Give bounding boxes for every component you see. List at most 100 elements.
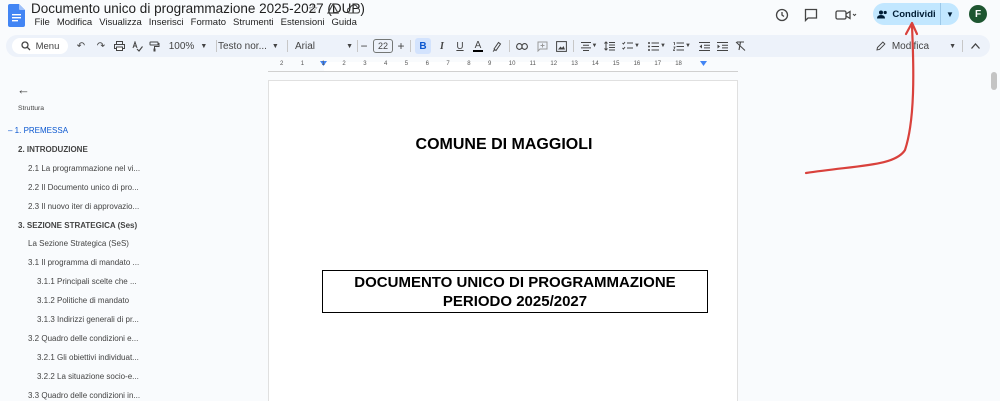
outline-item[interactable]: 3.1.1 Principali scelte che ... [37, 277, 137, 286]
outline-item[interactable]: 3.2.2 La situazione socio-e... [37, 372, 139, 381]
insert-link-icon[interactable] [514, 38, 530, 54]
ruler-number: 17 [654, 61, 662, 67]
outline-item[interactable]: 3.2.1 Gli obiettivi individuat... [37, 353, 139, 362]
document-page[interactable]: COMUNE DI MAGGIOLI DOCUMENTO UNICO DI PR… [268, 80, 738, 401]
menu-guida[interactable]: Guida [328, 17, 360, 28]
ruler-number: 12 [550, 61, 558, 67]
star-icon[interactable]: ☆ [306, 2, 320, 16]
menu-file[interactable]: File [31, 17, 53, 28]
ruler-number: 15 [612, 61, 620, 67]
menu-bar: File Modifica Visualizza Inserisci Forma… [31, 17, 360, 28]
back-arrow-icon[interactable]: ← [17, 82, 30, 97]
italic-icon[interactable]: I [435, 38, 449, 54]
move-to-drive-icon[interactable] [326, 2, 340, 16]
toolbar: Menu ↶ ↷ 100% ▼ Testo nor... ▼ Arial ▼ −… [6, 35, 990, 57]
numbered-list-select[interactable]: ▼ [671, 38, 693, 54]
undo-icon[interactable]: ↶ [74, 38, 88, 54]
toolbar-divider [962, 40, 963, 52]
title-box: DOCUMENTO UNICO DI PROGRAMMAZIONE PERIOD… [322, 270, 708, 313]
docs-logo-icon[interactable] [8, 4, 25, 27]
text-color-icon[interactable]: A [471, 38, 485, 54]
ruler-number: 11 [529, 61, 536, 67]
outline-item[interactable]: 2. INTRODUZIONE [18, 145, 88, 154]
ruler-number: 7 [446, 61, 450, 67]
right-indent-marker[interactable] [700, 61, 707, 66]
share-button[interactable]: Condividi [873, 3, 941, 25]
increase-font-size-icon[interactable]: + [396, 38, 406, 54]
horizontal-ruler[interactable]: 2 1 1 2 3 4 5 6 7 8 9 10 11 12 13 14 15 16 17 18 [268, 60, 738, 72]
zoom-select[interactable]: 100% ▼ [164, 38, 212, 54]
outline-item[interactable]: 2.3 Il nuovo iter di approvazio... [28, 202, 139, 211]
vertical-scrollbar[interactable] [991, 72, 997, 90]
outline-item[interactable]: La Sezione Strategica (SeS) [28, 239, 129, 248]
increase-indent-icon[interactable] [715, 38, 729, 54]
ruler-number: 1 [300, 61, 305, 67]
share-dropdown-icon[interactable]: ▼ [941, 3, 959, 25]
chevron-down-icon: ▼ [271, 42, 279, 50]
outline-item[interactable]: 3.2 Quadro delle condizioni e... [28, 334, 138, 343]
ruler-number: 10 [508, 61, 516, 67]
ruler-number: 4 [384, 61, 388, 67]
outline-item[interactable]: 3.1.3 Indirizzi generali di pr... [37, 315, 139, 324]
ruler-number: 18 [675, 61, 682, 67]
decrease-indent-icon[interactable] [697, 38, 711, 54]
outline-item[interactable]: 3. SEZIONE STRATEGICA (Ses) [18, 221, 137, 230]
outline-item[interactable]: 2.1 La programmazione nel vi... [28, 164, 140, 173]
font-select[interactable]: Arial ▼ [295, 38, 353, 54]
title-bar: Documento unico di programmazione 2025-2… [0, 0, 1000, 34]
hide-menus-icon[interactable] [968, 38, 982, 54]
insert-image-icon[interactable] [553, 38, 569, 54]
bold-icon[interactable]: B [415, 38, 431, 54]
title-line-1: DOCUMENTO UNICO DI PROGRAMMAZIONE [354, 274, 676, 291]
menu-estensioni[interactable]: Estensioni [277, 17, 328, 28]
menu-strumenti[interactable]: Strumenti [230, 17, 278, 28]
document-outline: ← Struttura – 1. PREMESSA 2. INTRODUZIONE… [0, 75, 160, 401]
font-size-input[interactable]: 22 [373, 39, 393, 53]
outline-item[interactable]: – 1. PREMESSA [8, 126, 68, 135]
align-select[interactable]: ▼ [578, 38, 600, 54]
menu-formato[interactable]: Formato [187, 17, 229, 28]
decrease-font-size-icon[interactable]: − [359, 38, 369, 54]
ruler-number: 14 [592, 61, 599, 67]
share-label: Condividi [892, 8, 936, 20]
add-comment-icon[interactable] [534, 38, 550, 54]
line-spacing-icon[interactable] [602, 38, 616, 54]
print-icon[interactable] [112, 38, 126, 54]
checklist-select[interactable]: ▼ [620, 38, 642, 54]
editing-mode-label: Modifica [891, 40, 930, 52]
outline-item[interactable]: 3.1.2 Politiche di mandato [37, 296, 129, 305]
redo-icon[interactable]: ↷ [94, 38, 108, 54]
meet-icon[interactable] [833, 6, 859, 24]
paint-format-icon[interactable] [147, 38, 161, 54]
outline-item[interactable]: 3.1 Il programma di mandato ... [28, 258, 139, 267]
bulleted-list-icon [648, 41, 660, 51]
ruler-number: 3 [363, 61, 367, 67]
highlight-color-icon[interactable] [490, 38, 504, 54]
ruler-number: 1 [321, 61, 325, 67]
underline-icon[interactable]: U [453, 38, 467, 54]
cloud-status-icon[interactable] [346, 2, 360, 16]
style-select[interactable]: Testo nor... ▼ [218, 38, 282, 54]
people-icon [877, 10, 888, 18]
bulleted-list-select[interactable]: ▼ [646, 38, 668, 54]
menu-inserisci[interactable]: Inserisci [145, 17, 187, 28]
menu-modifica[interactable]: Modifica [53, 17, 95, 28]
version-history-icon[interactable] [773, 6, 791, 24]
menu-visualizza[interactable]: Visualizza [96, 17, 146, 28]
share-button-group: Condividi ▼ [873, 3, 959, 25]
chevron-down-icon: ▼ [634, 43, 640, 49]
checklist-icon [622, 41, 634, 50]
ruler-number: 9 [488, 61, 492, 67]
editing-mode-select[interactable]: Modifica ▼ [876, 38, 956, 54]
outline-item[interactable]: 3.3 Quadro delle condizioni in... [28, 391, 140, 400]
ruler-number: 2 [280, 61, 284, 67]
pencil-icon [876, 41, 886, 51]
clear-formatting-icon[interactable] [733, 38, 747, 54]
spellcheck-icon[interactable] [130, 38, 144, 54]
outline-item[interactable]: 2.2 Il Documento unico di pro... [28, 183, 139, 192]
page-heading: COMUNE DI MAGGIOLI [415, 136, 593, 153]
search-menus-button[interactable]: Menu [12, 38, 68, 54]
title-line-2: PERIODO 2025/2027 [442, 293, 588, 310]
comments-icon[interactable] [802, 6, 820, 24]
avatar[interactable]: F [969, 5, 987, 23]
